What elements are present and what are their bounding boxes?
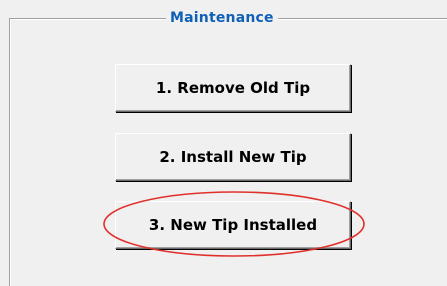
groupbox-title: Maintenance [166,9,278,27]
new-tip-installed-button[interactable]: 3. New Tip Installed [115,201,351,249]
remove-old-tip-button[interactable]: 1. Remove Old Tip [115,64,351,112]
install-new-tip-button[interactable]: 2. Install New Tip [115,133,351,181]
